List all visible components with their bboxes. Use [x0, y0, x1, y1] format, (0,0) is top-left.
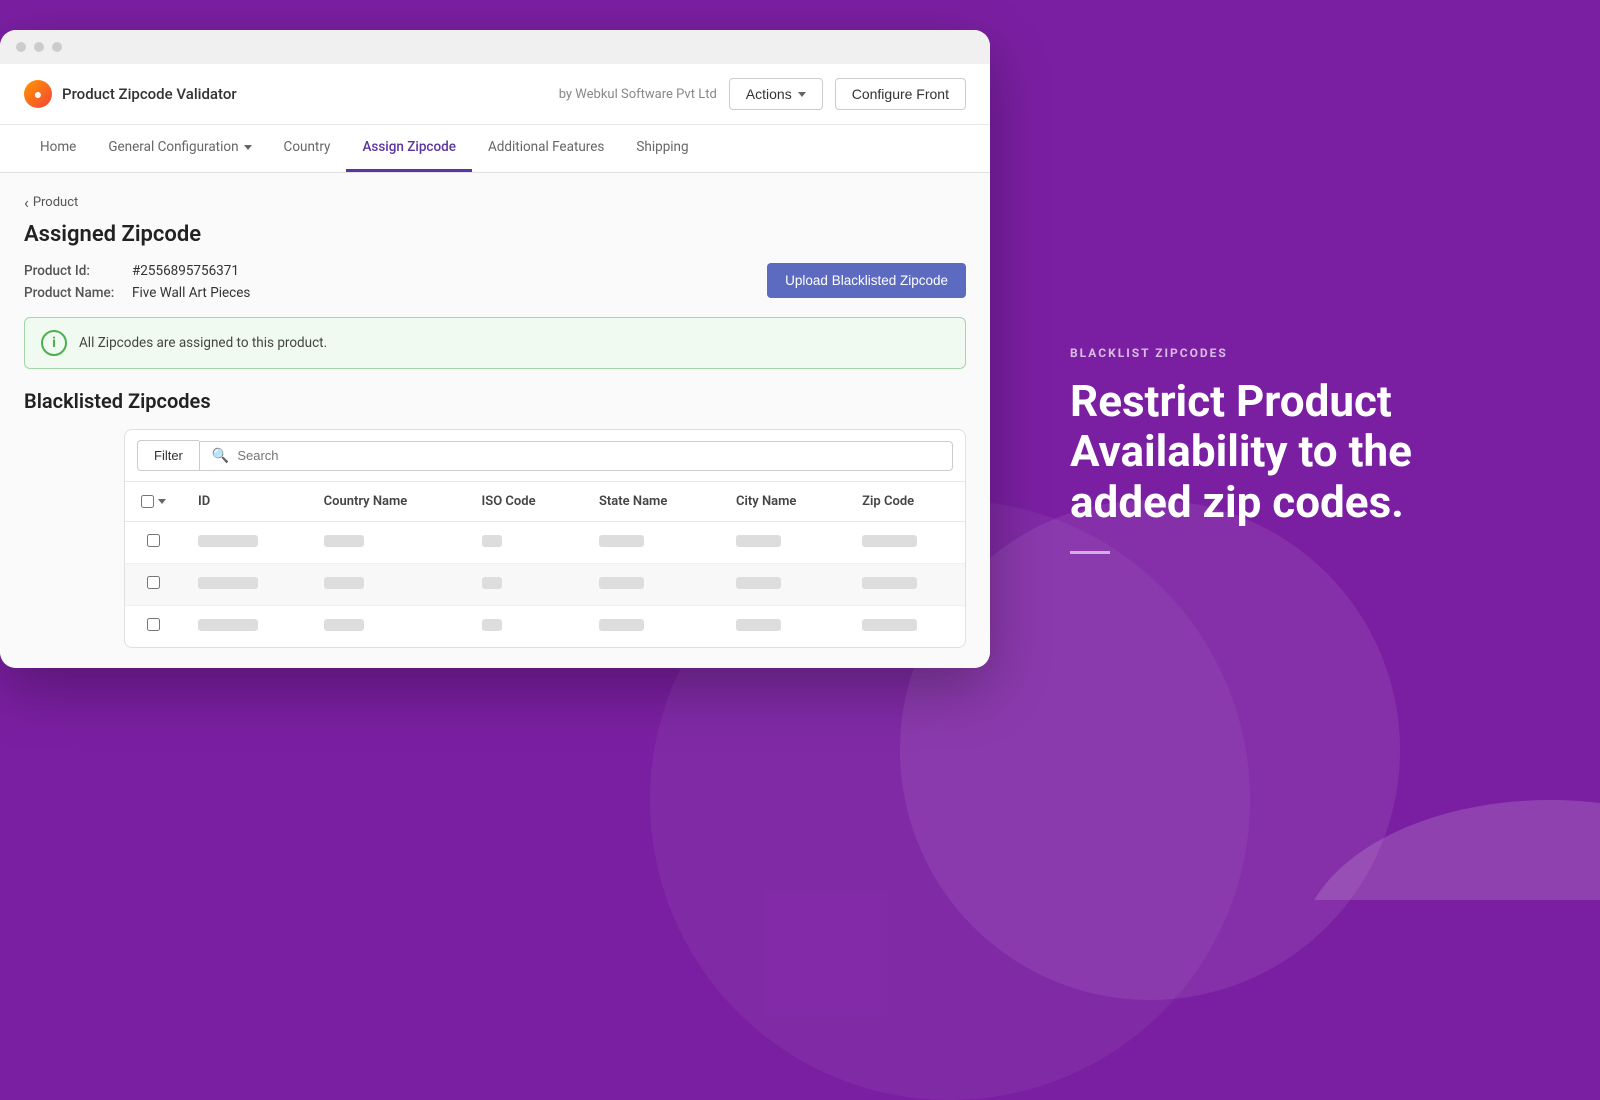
product-id-row: Product Id: #2556895756371 [24, 263, 250, 279]
table-row [125, 606, 965, 648]
row-checkbox-cell [125, 606, 182, 648]
th-country-name: Country Name [308, 482, 466, 522]
app-logo: ● Product Zipcode Validator [24, 80, 237, 108]
tab-general-configuration[interactable]: General Configuration [92, 125, 267, 172]
app-header-right: by Webkul Software Pvt Ltd Actions Confi… [559, 78, 966, 110]
th-city-name: City Name [720, 482, 846, 522]
search-wrapper: 🔍 [199, 441, 953, 471]
app-title: Product Zipcode Validator [62, 85, 237, 103]
panel-label: BLACKLIST ZIPCODES [1070, 346, 1520, 360]
configure-front-button[interactable]: Configure Front [835, 78, 966, 110]
cell-city-name [720, 564, 846, 606]
cell-state-name [583, 522, 720, 564]
tab-country[interactable]: Country [268, 125, 347, 172]
table-row [125, 564, 965, 606]
table-toolbar: Filter 🔍 [125, 430, 965, 482]
panel-underline [1070, 551, 1110, 554]
tab-general-label: General Configuration [108, 139, 238, 155]
cell-country-name [308, 606, 466, 648]
cell-id [182, 522, 308, 564]
browser-dot-2 [34, 42, 44, 52]
search-input[interactable] [237, 448, 940, 463]
actions-button[interactable]: Actions [729, 78, 823, 110]
th-id: ID [182, 482, 308, 522]
product-name-value: Five Wall Art Pieces [132, 285, 250, 301]
panel-title: Restrict Product Availability to the add… [1070, 376, 1520, 528]
select-all-checkbox[interactable] [141, 495, 154, 508]
row-checkbox[interactable] [147, 576, 160, 589]
general-config-chevron-icon [244, 145, 252, 150]
cell-city-name [720, 522, 846, 564]
data-table: ID Country Name ISO Code State Name City… [125, 482, 965, 647]
right-panel: BLACKLIST ZIPCODES Restrict Product Avai… [990, 0, 1600, 900]
info-icon: i [41, 330, 67, 356]
bottom-curve-decoration [1300, 750, 1600, 900]
nav-tabs: Home General Configuration Country Assig… [0, 125, 990, 173]
breadcrumb-product-label: Product [33, 195, 78, 210]
main-content: ‹ Product Assigned Zipcode Product Id: #… [0, 173, 990, 668]
row-checkbox-cell [125, 564, 182, 606]
row-checkbox-cell [125, 522, 182, 564]
tab-additional-features[interactable]: Additional Features [472, 125, 620, 172]
product-name-row: Product Name: Five Wall Art Pieces [24, 285, 250, 301]
th-state-name: State Name [583, 482, 720, 522]
cell-iso-code [466, 522, 583, 564]
browser-window: ● Product Zipcode Validator by Webkul So… [0, 30, 990, 668]
product-name-label: Product Name: [24, 285, 124, 301]
tab-assign-zipcode[interactable]: Assign Zipcode [346, 125, 472, 172]
actions-label: Actions [746, 86, 792, 102]
cell-state-name [583, 564, 720, 606]
product-id-value: #2556895756371 [132, 263, 239, 279]
breadcrumb: ‹ Product [24, 193, 966, 212]
cell-zip-code [846, 522, 965, 564]
upload-blacklisted-zipcode-button[interactable]: Upload Blacklisted Zipcode [767, 263, 966, 298]
cell-iso-code [466, 606, 583, 648]
th-iso-code: ISO Code [466, 482, 583, 522]
app-header: ● Product Zipcode Validator by Webkul So… [0, 64, 990, 125]
tab-shipping[interactable]: Shipping [620, 125, 704, 172]
app-logo-icon: ● [24, 80, 52, 108]
product-info: Product Id: #2556895756371 Product Name:… [24, 263, 250, 301]
cell-state-name [583, 606, 720, 648]
browser-dot-3 [52, 42, 62, 52]
info-banner: i All Zipcodes are assigned to this prod… [24, 317, 966, 369]
search-icon: 🔍 [212, 448, 229, 464]
browser-titlebar [0, 30, 990, 64]
info-message: All Zipcodes are assigned to this produc… [79, 335, 327, 351]
product-info-row: Product Id: #2556895756371 Product Name:… [24, 263, 966, 301]
cell-zip-code [846, 606, 965, 648]
row-checkbox[interactable] [147, 618, 160, 631]
th-checkbox [125, 482, 182, 522]
browser-dot-1 [16, 42, 26, 52]
th-zip-code: Zip Code [846, 482, 965, 522]
cell-zip-code [846, 564, 965, 606]
tab-home[interactable]: Home [24, 125, 92, 172]
by-text: by Webkul Software Pvt Ltd [559, 87, 717, 102]
product-id-label: Product Id: [24, 263, 124, 279]
page-title: Assigned Zipcode [24, 222, 966, 247]
cell-id [182, 564, 308, 606]
filter-button[interactable]: Filter [137, 440, 199, 471]
back-arrow-icon: ‹ [24, 193, 29, 212]
section-title: Blacklisted Zipcodes [24, 389, 966, 413]
breadcrumb-back[interactable]: ‹ Product [24, 193, 78, 212]
row-checkbox[interactable] [147, 534, 160, 547]
cell-id [182, 606, 308, 648]
cell-country-name [308, 564, 466, 606]
select-chevron-icon[interactable] [158, 499, 166, 504]
cell-city-name [720, 606, 846, 648]
cell-country-name [308, 522, 466, 564]
cell-iso-code [466, 564, 583, 606]
blacklisted-zipcodes-table-container: Filter 🔍 ID [124, 429, 966, 648]
actions-chevron-icon [798, 92, 806, 97]
table-row [125, 522, 965, 564]
